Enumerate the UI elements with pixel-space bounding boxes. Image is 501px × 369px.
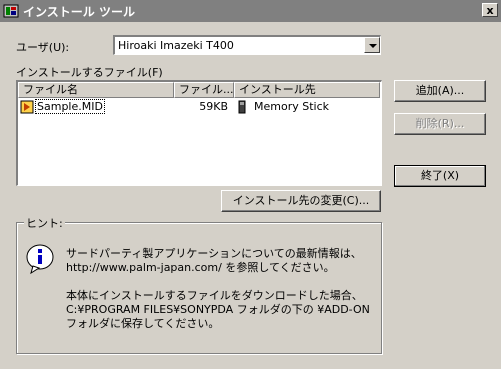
delete-button[interactable]: 削除(R)... [394,113,486,135]
user-select-value: Hiroaki Imazeki T400 [118,39,234,52]
user-label: ユーザ(U): [16,41,70,54]
info-icon [26,244,54,275]
title-bar: インストール ツール x [0,0,501,22]
user-select[interactable]: Hiroaki Imazeki T400 [113,35,381,55]
column-header-destination[interactable]: インストール先 [234,82,380,98]
chevron-down-icon[interactable] [364,37,380,53]
files-label: インストールするファイル(F) [16,66,163,79]
file-size: 59KB [199,100,228,113]
hint-line [66,275,370,289]
file-name: Sample.MID [35,99,105,114]
table-row[interactable]: Sample.MID 59KB Memory Stick [18,99,380,115]
midi-file-icon [20,100,34,114]
window-title: インストール ツール [23,5,135,19]
hint-group-label: ヒント: [24,215,65,231]
exit-button[interactable]: 終了(X) [394,165,486,187]
install-tool-icon [3,4,19,18]
hint-line: サードパーティ製アプリケーションについての最新情報は、 [66,247,362,260]
column-header-filesize[interactable]: ファイル... [174,82,234,98]
hint-line: 本体にインストールするファイルをダウンロードした場合、 [66,289,363,302]
hint-line: フォルダに保存してください。 [66,317,220,330]
hint-line: http://www.palm-japan.com/ を参照してください。 [66,261,335,274]
add-button[interactable]: 追加(A)... [394,80,486,102]
hint-line: C:¥PROGRAM FILES¥SONYPDA フォルダの下の ¥ADD-ON [66,303,370,316]
close-button[interactable]: x [482,3,498,17]
column-header-filename[interactable]: ファイル名 [18,82,174,98]
close-icon: x [486,4,494,17]
hint-text: サードパーティ製アプリケーションについての最新情報は、 http://www.p… [66,247,370,331]
file-list[interactable]: ファイル名 ファイル... インストール先 Sample.MID 59KB Me… [16,80,382,186]
file-destination: Memory Stick [254,100,330,113]
memory-stick-icon [238,100,246,114]
change-destination-button[interactable]: インストール先の変更(C)... [221,190,381,212]
